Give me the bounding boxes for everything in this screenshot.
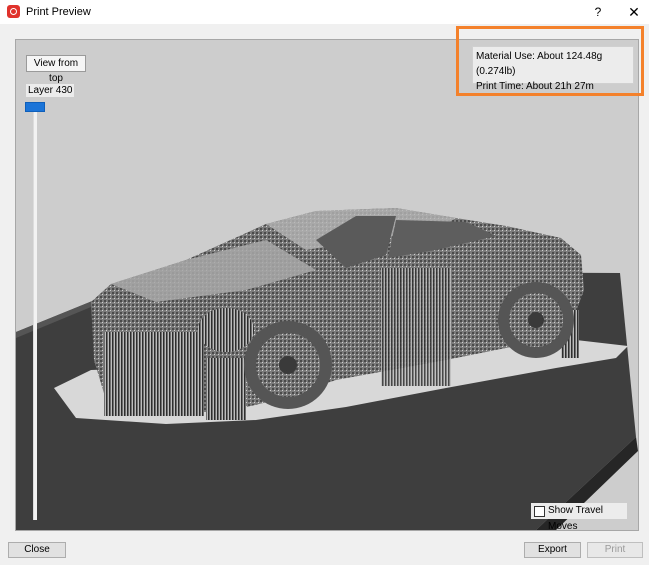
layer-slider-handle[interactable] <box>25 102 45 112</box>
help-button[interactable]: ? <box>587 3 609 21</box>
print-button[interactable]: Print <box>587 542 643 558</box>
close-button[interactable]: Close <box>8 542 66 558</box>
app-icon <box>7 5 20 18</box>
window-title: Print Preview <box>26 6 91 18</box>
support-front <box>104 332 204 416</box>
headlight <box>198 308 254 352</box>
view-from-top-button[interactable]: View from top <box>26 55 86 84</box>
support-mid <box>206 358 246 420</box>
preview-scene <box>16 208 638 530</box>
annotation-highlight-box <box>456 26 644 96</box>
support-door <box>381 268 451 386</box>
rear-wheel-hub <box>528 312 544 328</box>
show-travel-moves-checkbox[interactable] <box>534 506 545 517</box>
layer-slider-track[interactable] <box>33 106 37 520</box>
close-window-icon[interactable]: ✕ <box>623 3 645 21</box>
show-travel-moves-toggle[interactable]: Show Travel Moves <box>531 503 627 530</box>
print-preview-viewport[interactable]: View from top Layer 430 Material Use: Ab… <box>15 39 639 531</box>
layer-label: Layer 430 <box>26 84 75 97</box>
front-wheel-hub <box>279 356 297 374</box>
title-bar: Print Preview ? ✕ <box>0 0 649 24</box>
export-button[interactable]: Export <box>524 542 581 558</box>
show-travel-moves-label: Show Travel Moves <box>548 505 604 531</box>
